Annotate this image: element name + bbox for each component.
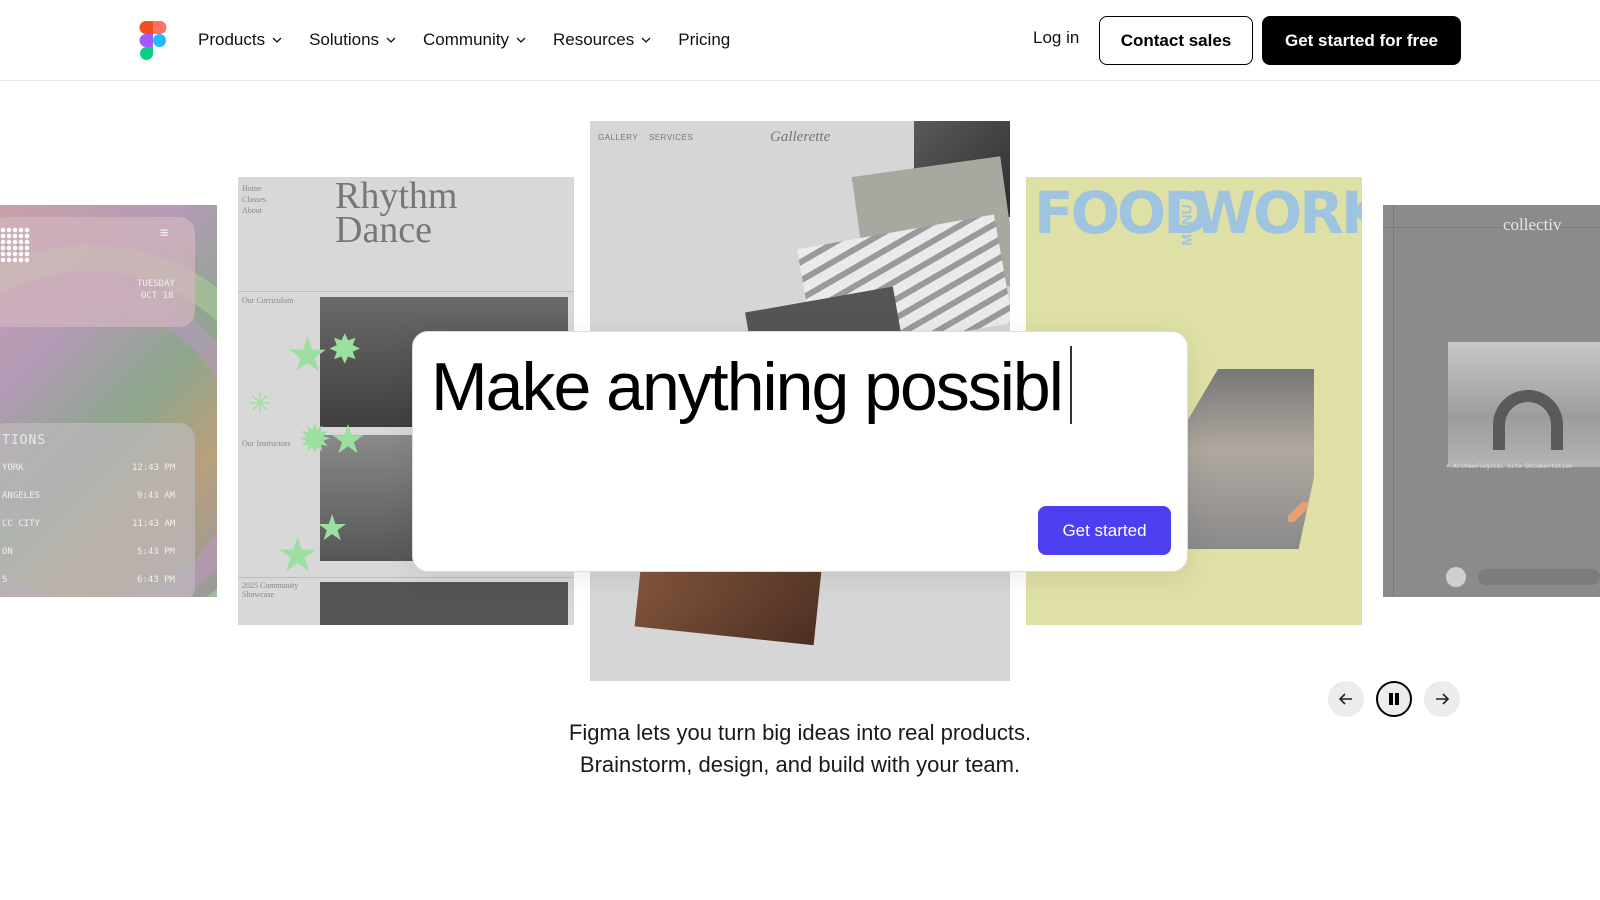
get-started-button[interactable]: Get started xyxy=(1038,506,1171,555)
carousel-prev-button[interactable] xyxy=(1328,681,1364,717)
gallery-nav: GALLERY SERVICES xyxy=(598,133,694,142)
carousel-card-clock: ≡ TUESDAY OCT 18 TIONS YORK 12:43 PM ANG… xyxy=(0,205,217,597)
tz-time: 6:43 PM xyxy=(137,575,175,585)
tz-city: ON xyxy=(2,547,13,557)
carousel-pause-button[interactable] xyxy=(1376,681,1412,717)
dance-nav-item: Classes xyxy=(242,195,266,204)
dance-section-label: Our Curriculum xyxy=(242,296,294,305)
nav-resources-label: Resources xyxy=(553,30,635,49)
star-icon: ✹ xyxy=(298,418,332,462)
nav-resources[interactable]: Resources xyxy=(553,28,652,52)
login-link[interactable]: Log in xyxy=(1033,28,1079,48)
menu-icon: ≡ xyxy=(160,225,169,241)
tz-city: CC CITY xyxy=(2,519,40,529)
nav-products[interactable]: Products xyxy=(198,28,283,52)
timezone-section-title: TIONS xyxy=(2,433,47,448)
tz-city: ANGELES xyxy=(2,491,40,501)
carousel-card-collectiv: collectiv + Archaeological Site Document… xyxy=(1383,205,1600,597)
dot-matrix-digits xyxy=(0,227,30,263)
works-wordmark: WORKS xyxy=(1192,179,1362,247)
nav-pricing[interactable]: Pricing xyxy=(678,28,730,52)
pause-icon xyxy=(1389,693,1399,705)
nav-pricing-label: Pricing xyxy=(678,30,731,49)
main-nav: Products Solutions Community Resources P… xyxy=(198,28,756,52)
gallery-brand: Gallerette xyxy=(770,129,831,145)
collectiv-caption: + Archaeological Site Documentation xyxy=(1446,463,1573,470)
prompt-box[interactable]: Make anything possibl Get started xyxy=(412,331,1188,572)
chevron-down-icon xyxy=(386,37,396,43)
figma-logo-icon[interactable] xyxy=(139,21,167,61)
timezone-panel xyxy=(0,423,195,597)
dance-nav: Home Classes About xyxy=(242,183,266,216)
nav-community-label: Community xyxy=(423,30,509,49)
tagline-line: Brainstorm, design, and build with your … xyxy=(579,752,1021,777)
tz-time: 5:43 PM xyxy=(137,547,175,557)
tz-city: S xyxy=(2,575,8,585)
carousel-next-button[interactable] xyxy=(1424,681,1460,717)
star-icon: ★ xyxy=(276,529,320,582)
clock-date: OCT 18 xyxy=(141,291,174,301)
dance-section-label: Our Instructors xyxy=(242,439,291,448)
avatar xyxy=(1446,567,1466,587)
nav-community[interactable]: Community xyxy=(423,28,527,52)
hero-tagline: Figma lets you turn big ideas into real … xyxy=(400,717,1200,781)
tz-time: 11:43 AM xyxy=(132,519,176,529)
clock-day: TUESDAY xyxy=(137,279,175,289)
star-icon: ★ xyxy=(286,329,330,382)
prompt-input[interactable]: Make anything possibl xyxy=(431,346,1072,426)
star-icon: ✳ xyxy=(248,388,272,419)
dance-nav-item: Home xyxy=(242,184,262,193)
chevron-down-icon xyxy=(641,37,651,43)
grid-line xyxy=(1383,227,1600,228)
arrow-right-icon xyxy=(1436,693,1450,705)
divider xyxy=(238,291,574,292)
input-pill xyxy=(1478,569,1600,585)
chevron-down-icon xyxy=(516,37,526,43)
dance-nav-item: About xyxy=(242,206,262,215)
nav-solutions-label: Solutions xyxy=(309,30,380,49)
tz-time: 9:43 AM xyxy=(137,491,175,501)
star-icon: ★ xyxy=(316,507,349,548)
contact-sales-button[interactable]: Contact sales xyxy=(1099,16,1253,65)
collectiv-brand: collectiv xyxy=(1503,215,1562,234)
nav-products-label: Products xyxy=(198,30,266,49)
arrow-left-icon xyxy=(1338,693,1352,705)
chevron-down-icon xyxy=(272,37,282,43)
star-icon: ✸ xyxy=(328,328,362,372)
tagline-line: Figma lets you turn big ideas into real … xyxy=(568,720,1032,745)
food-collage-image xyxy=(1186,369,1314,549)
nav-solutions[interactable]: Solutions xyxy=(309,28,397,52)
text-caret xyxy=(1069,346,1072,424)
tz-city: YORK xyxy=(2,463,24,473)
dance-photo xyxy=(320,582,568,625)
dance-title: Rhythm Dance xyxy=(335,177,458,251)
dance-section-label: 2025 Community Showcase xyxy=(242,581,299,599)
tz-time: 12:43 PM xyxy=(132,463,176,473)
grid-line xyxy=(1393,205,1394,597)
site-header: Products Solutions Community Resources P… xyxy=(0,0,1600,81)
star-icon: ★ xyxy=(330,418,366,462)
prompt-text: Make anything possibl xyxy=(431,349,1064,425)
get-started-free-button[interactable]: Get started for free xyxy=(1262,16,1461,65)
